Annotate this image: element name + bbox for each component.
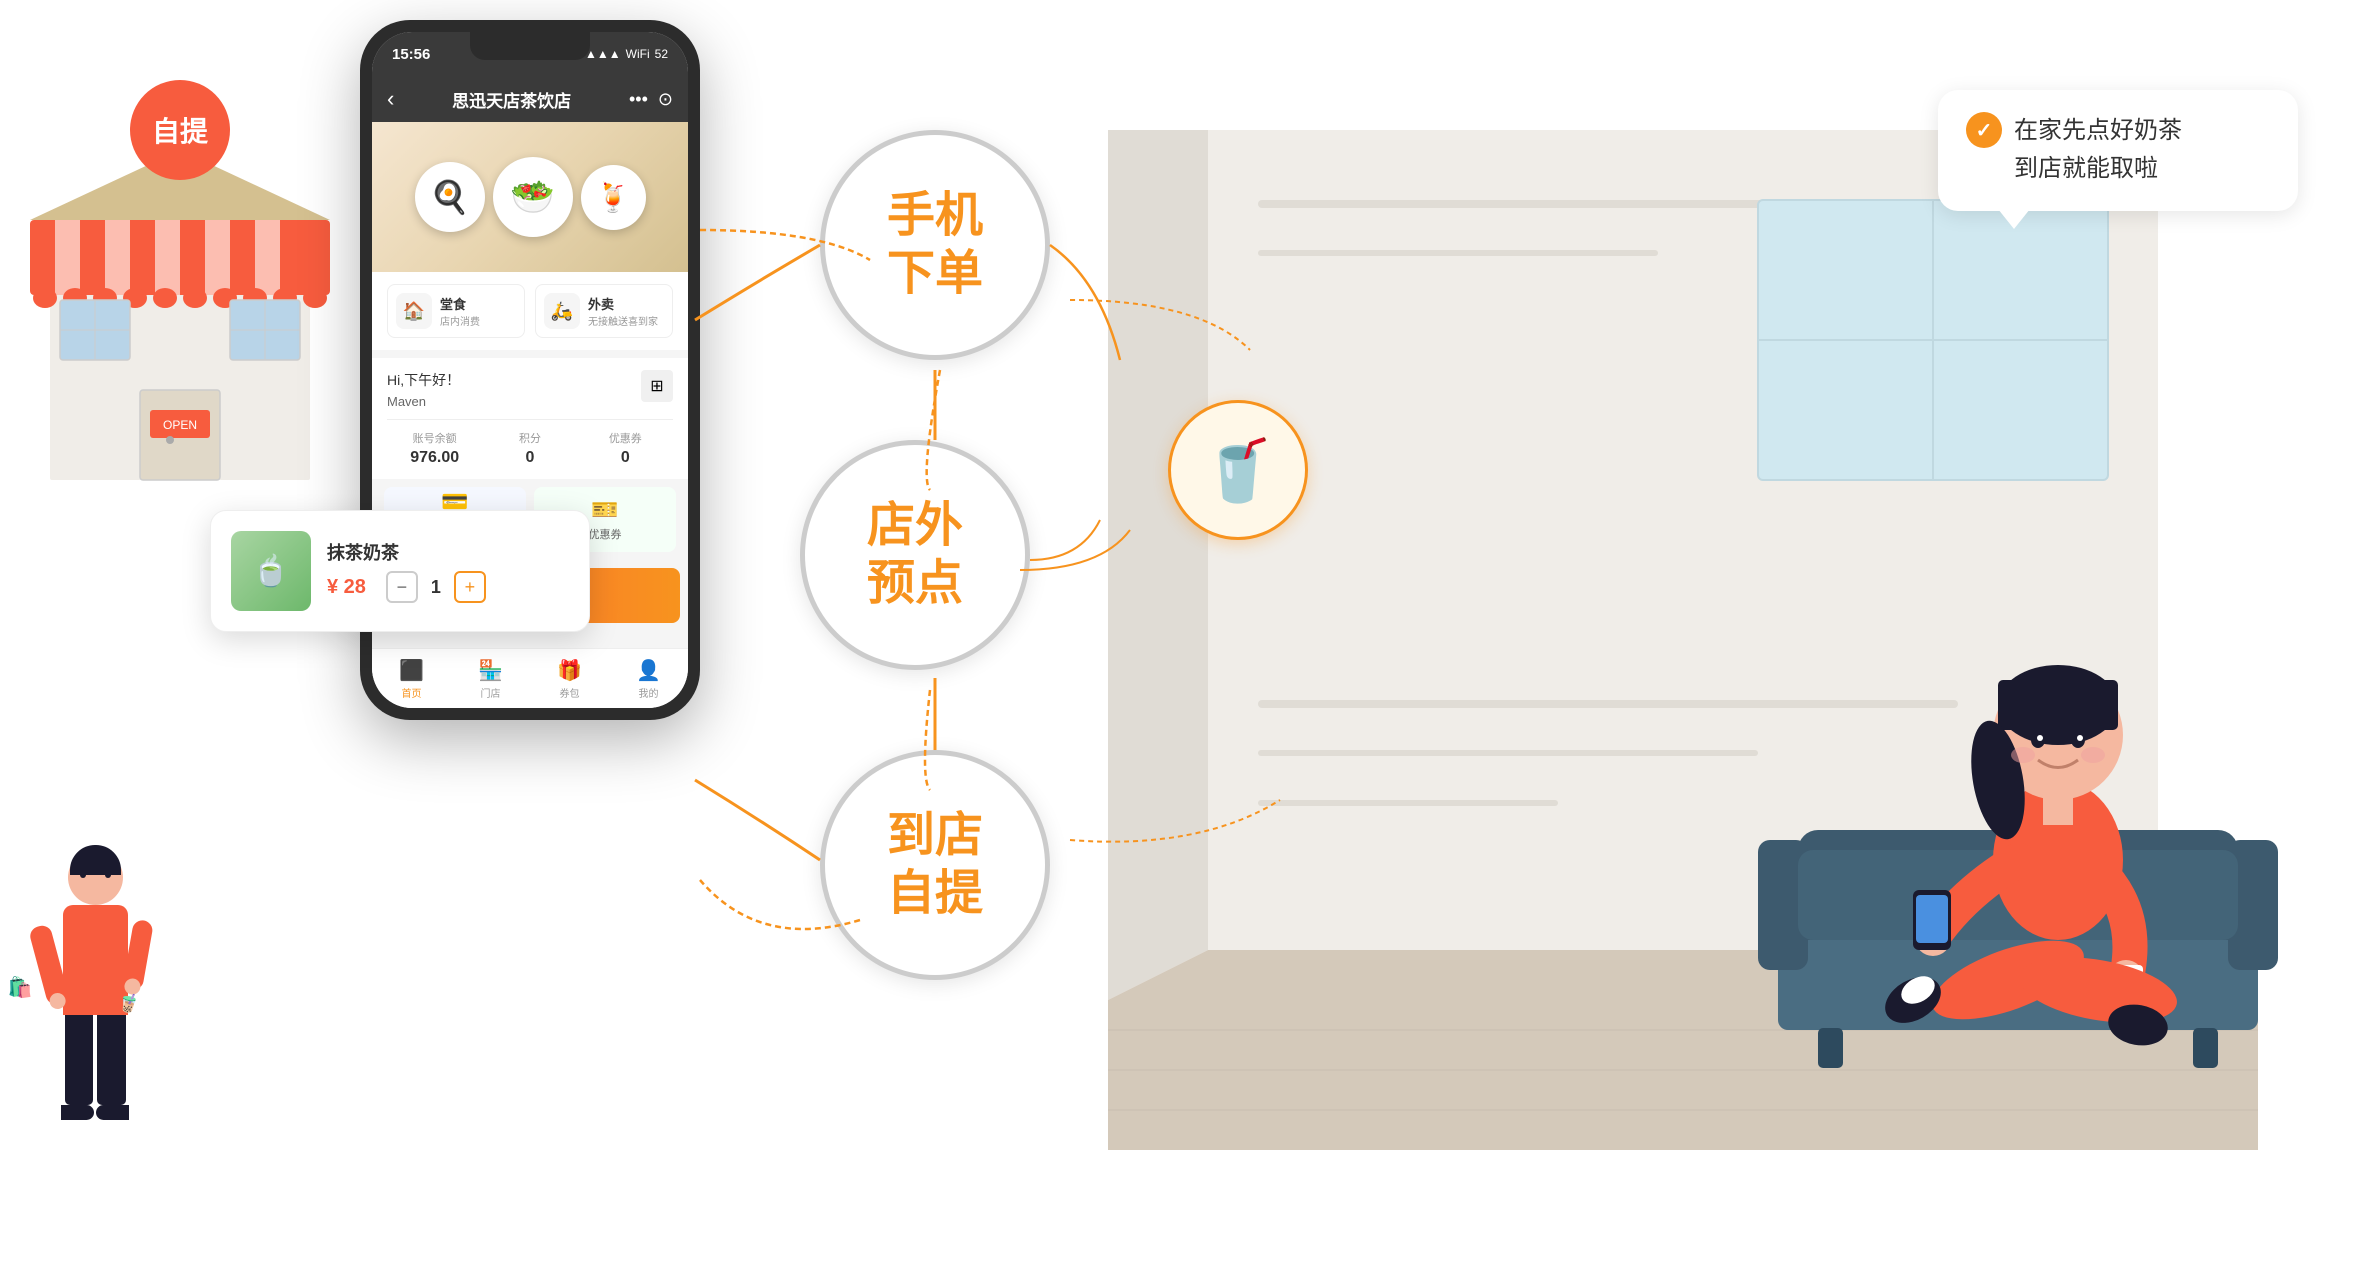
bottom-nav: ⬛ 首页 🏪 门店 🎁 券包 👤 我的 <box>372 648 688 708</box>
feature-pickup-line2: 自提 <box>887 865 983 923</box>
wifi-icon: WiFi <box>626 47 650 61</box>
status-icons: ▲▲▲ WiFi 52 <box>585 47 668 61</box>
person-left: 🧋 🛍️ <box>35 850 155 1120</box>
dine-in-desc: 店内消费 <box>440 313 480 328</box>
feature-phone-line1: 手机 <box>887 187 983 245</box>
svg-text:OPEN: OPEN <box>163 418 197 432</box>
hero-image: 🍳 🥗 🍹 <box>372 122 688 272</box>
balance-value: 976.00 <box>387 449 482 467</box>
dine-in-text: 堂食 店内消费 <box>440 294 480 328</box>
feature-circle-pickup: 到店 自提 <box>820 750 1050 980</box>
user-greeting: Hi,下午好！ <box>387 370 460 390</box>
status-time: 15:56 <box>392 46 430 63</box>
coupons-stat: 优惠券 0 <box>578 430 673 467</box>
dine-in-option[interactable]: 🏠 堂食 店内消费 <box>387 284 525 338</box>
profile-icon: 👤 <box>636 658 661 683</box>
nav-home[interactable]: ⬛ 首页 <box>372 658 451 700</box>
coupons-value: 0 <box>578 449 673 467</box>
user-info: Hi,下午好！ Maven ⊞ 账号余额 976.00 积分 0 <box>372 358 688 479</box>
product-quantity: − 1 + <box>386 571 486 603</box>
signal-icon: ▲▲▲ <box>585 47 621 61</box>
page-wrapper: 自提 <box>0 0 2378 1274</box>
quantity-minus[interactable]: − <box>386 571 418 603</box>
plus-label: + <box>465 577 476 598</box>
more-icon[interactable]: ••• <box>629 89 648 110</box>
self-pickup-badge: 自提 <box>130 80 230 180</box>
location-icon[interactable]: ⊙ <box>658 89 673 110</box>
store-label: 门店 <box>481 685 501 700</box>
bubble-tail <box>1998 209 2030 229</box>
coupon-icon: 🎁 <box>557 658 582 683</box>
balance-label: 账号余额 <box>387 430 482 446</box>
user-stats: 账号余额 976.00 积分 0 优惠券 0 <box>387 419 673 467</box>
delivery-text: 外卖 无接触送喜到家 <box>588 294 658 328</box>
quantity-plus[interactable]: + <box>454 571 486 603</box>
home-label: 首页 <box>402 685 422 700</box>
battery-display: 52 <box>655 47 668 61</box>
store-icon: 🏪 <box>478 658 503 683</box>
balance-stat: 账号余额 976.00 <box>387 430 482 467</box>
feature-pickup-line1: 到店 <box>887 807 983 865</box>
nav-icons: ••• ⊙ <box>629 89 673 110</box>
dine-in-name: 堂食 <box>440 294 480 313</box>
coupon-nav-label: 券包 <box>560 685 580 700</box>
delivery-name: 外卖 <box>588 294 658 313</box>
service-options: 🏠 堂食 店内消费 🛵 外卖 无接触送喜到家 <box>372 272 688 350</box>
profile-label: 我的 <box>639 685 659 700</box>
minus-label: − <box>397 577 408 598</box>
user-name: Maven <box>387 394 460 409</box>
delivery-icon: 🛵 <box>544 293 580 329</box>
product-image: 🍵 <box>231 531 311 611</box>
drink-bubble: 🥤 <box>1168 400 1308 540</box>
person-sofa-svg <box>1718 550 2318 1150</box>
speech-bubble: ✓ 在家先点好奶茶到店就能取啦 <box>1938 90 2298 211</box>
quantity-value: 1 <box>426 577 446 598</box>
home-icon: ⬛ <box>399 658 424 683</box>
battery-value: 52 <box>655 47 668 61</box>
coupon-label: 优惠券 <box>589 526 622 542</box>
nav-back-icon[interactable]: ‹ <box>387 86 394 112</box>
feature-outside-line1: 店外 <box>867 497 963 555</box>
self-pickup-label: 自提 <box>152 110 208 150</box>
feature-circle-phone-order: 手机 下单 <box>820 130 1050 360</box>
nav-profile[interactable]: 👤 我的 <box>609 658 688 700</box>
check-icon: ✓ <box>1966 112 2002 148</box>
feature-outside-line2: 预点 <box>867 555 963 613</box>
bubble-text: 在家先点好奶茶到店就能取啦 <box>2014 112 2182 189</box>
delivery-desc: 无接触送喜到家 <box>588 313 658 328</box>
product-info: 抹茶奶茶 ¥ 28 − 1 + <box>327 539 569 603</box>
points-stat: 积分 0 <box>482 430 577 467</box>
feature-phone-line2: 下单 <box>887 245 983 303</box>
nav-bar: ‹ 思迅天店茶饮店 ••• ⊙ <box>372 76 688 122</box>
feature-circle-outside-order: 店外 预点 <box>800 440 1030 670</box>
delivery-option[interactable]: 🛵 外卖 无接触送喜到家 <box>535 284 673 338</box>
product-popup: 🍵 抹茶奶茶 ¥ 28 − 1 + <box>210 510 590 632</box>
dine-in-icon: 🏠 <box>396 293 432 329</box>
qr-button[interactable]: ⊞ <box>641 370 673 402</box>
nav-title: 思迅天店茶饮店 <box>394 87 629 112</box>
coupons-label: 优惠券 <box>578 430 673 446</box>
nav-coupons[interactable]: 🎁 券包 <box>530 658 609 700</box>
product-price: ¥ 28 <box>327 576 366 599</box>
product-name: 抹茶奶茶 <box>327 539 569 565</box>
nav-store[interactable]: 🏪 门店 <box>451 658 530 700</box>
points-value: 0 <box>482 449 577 467</box>
store-illustration: OPEN <box>30 120 330 520</box>
room-section: ✓ 在家先点好奶茶到店就能取啦 🥤 <box>1058 50 2378 1230</box>
points-label: 积分 <box>482 430 577 446</box>
